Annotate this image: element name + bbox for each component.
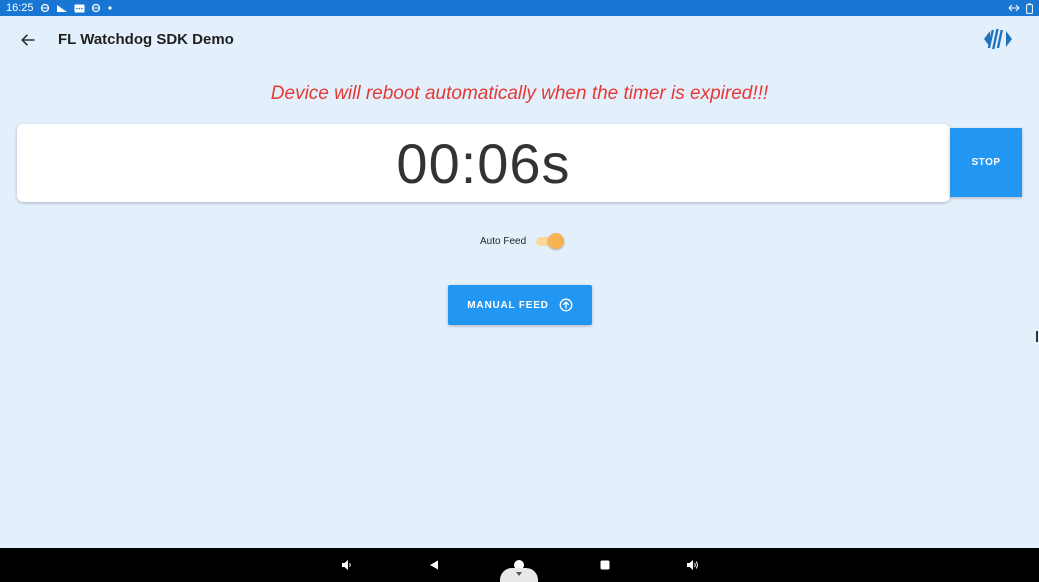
auto-feed-label: Auto Feed [480, 235, 527, 247]
timer-card: 00:06s [17, 124, 950, 202]
chevron-down-icon [516, 572, 522, 576]
navigation-bar [0, 548, 1039, 582]
back-nav-button[interactable] [423, 556, 445, 574]
battery-icon [1026, 2, 1033, 14]
sync-icon [91, 2, 101, 14]
app-bar: FL Watchdog SDK Demo [0, 16, 1039, 64]
volume-down-button[interactable] [336, 556, 358, 574]
recents-button[interactable] [594, 556, 616, 574]
manual-feed-button[interactable]: MANUAL FEED [448, 285, 592, 325]
dot-icon [107, 2, 113, 14]
arrow-up-circle-icon [559, 298, 573, 312]
reboot-warning-text: Device will reboot automatically when th… [270, 83, 769, 104]
edge-marker [1036, 331, 1038, 342]
status-bar: 16:25 [0, 0, 1039, 16]
back-button[interactable] [14, 28, 42, 52]
status-time: 16:25 [6, 2, 34, 14]
brand-logo-icon [983, 28, 1013, 50]
arrow-left-icon [21, 34, 35, 46]
signal-icon [56, 2, 68, 14]
timer-display: 00:06s [396, 131, 571, 195]
status-bar-left: 16:25 [6, 2, 113, 14]
volume-up-icon [687, 560, 698, 570]
manual-feed-label: MANUAL FEED [467, 299, 549, 311]
triangle-back-icon [430, 560, 438, 570]
message-icon [74, 2, 85, 14]
auto-feed-toggle[interactable] [536, 233, 565, 249]
sync-icon [40, 2, 50, 14]
page-title: FL Watchdog SDK Demo [58, 31, 234, 48]
stop-button[interactable]: STOP [950, 128, 1022, 197]
auto-feed-row: Auto Feed [480, 232, 565, 250]
nav-expand-handle[interactable] [500, 568, 538, 582]
data-arrows-icon [1008, 2, 1020, 14]
volume-down-icon [342, 560, 351, 570]
square-recents-icon [600, 560, 610, 570]
volume-up-button[interactable] [682, 556, 704, 574]
status-bar-right [1008, 2, 1033, 14]
toggle-thumb [548, 233, 565, 249]
